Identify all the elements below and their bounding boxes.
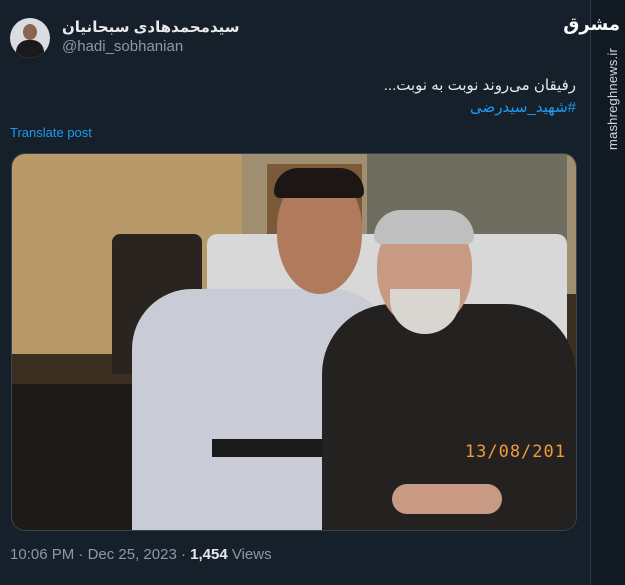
tweet-date[interactable]: Dec 25, 2023 [88, 546, 177, 563]
views-count: 1,454 [190, 546, 228, 563]
mashregh-logo: مشرق [563, 14, 620, 34]
tweet-card: سیدمحمدهادی سبحانیان @hadi_sobhanian رفی… [0, 0, 590, 585]
photo-person-left-hair [274, 168, 364, 198]
photo-datestamp: 13/08/201 [464, 442, 566, 462]
meta-separator: · [78, 546, 84, 563]
author-display-name[interactable]: سیدمحمدهادی سبحانیان [62, 18, 240, 36]
tweet-body: رفیقان می‌روند نوبت به نوبت... [383, 77, 576, 94]
avatar-face [23, 24, 37, 40]
hashtag-link[interactable]: #شهید_سیدرضی [16, 97, 576, 119]
tweet-time[interactable]: 10:06 PM [10, 546, 74, 563]
watermark-site: mashreghnews.ir [605, 48, 620, 150]
translate-post-link[interactable]: Translate post [10, 125, 92, 140]
tweet-meta: 10:06 PM · Dec 25, 2023 · 1,454 Views [10, 546, 272, 563]
tweet-text: رفیقان می‌روند نوبت به نوبت... #شهید_سید… [16, 75, 576, 119]
views-label: Views [231, 546, 272, 563]
author-handle[interactable]: @hadi_sobhanian [62, 38, 183, 55]
avatar[interactable] [10, 18, 50, 58]
avatar-body [16, 40, 44, 58]
photo-person-right-hair [374, 210, 474, 244]
tweet-photo[interactable]: 13/08/201 [11, 153, 577, 531]
meta-separator: · [180, 546, 186, 563]
photo-hands [392, 484, 502, 514]
